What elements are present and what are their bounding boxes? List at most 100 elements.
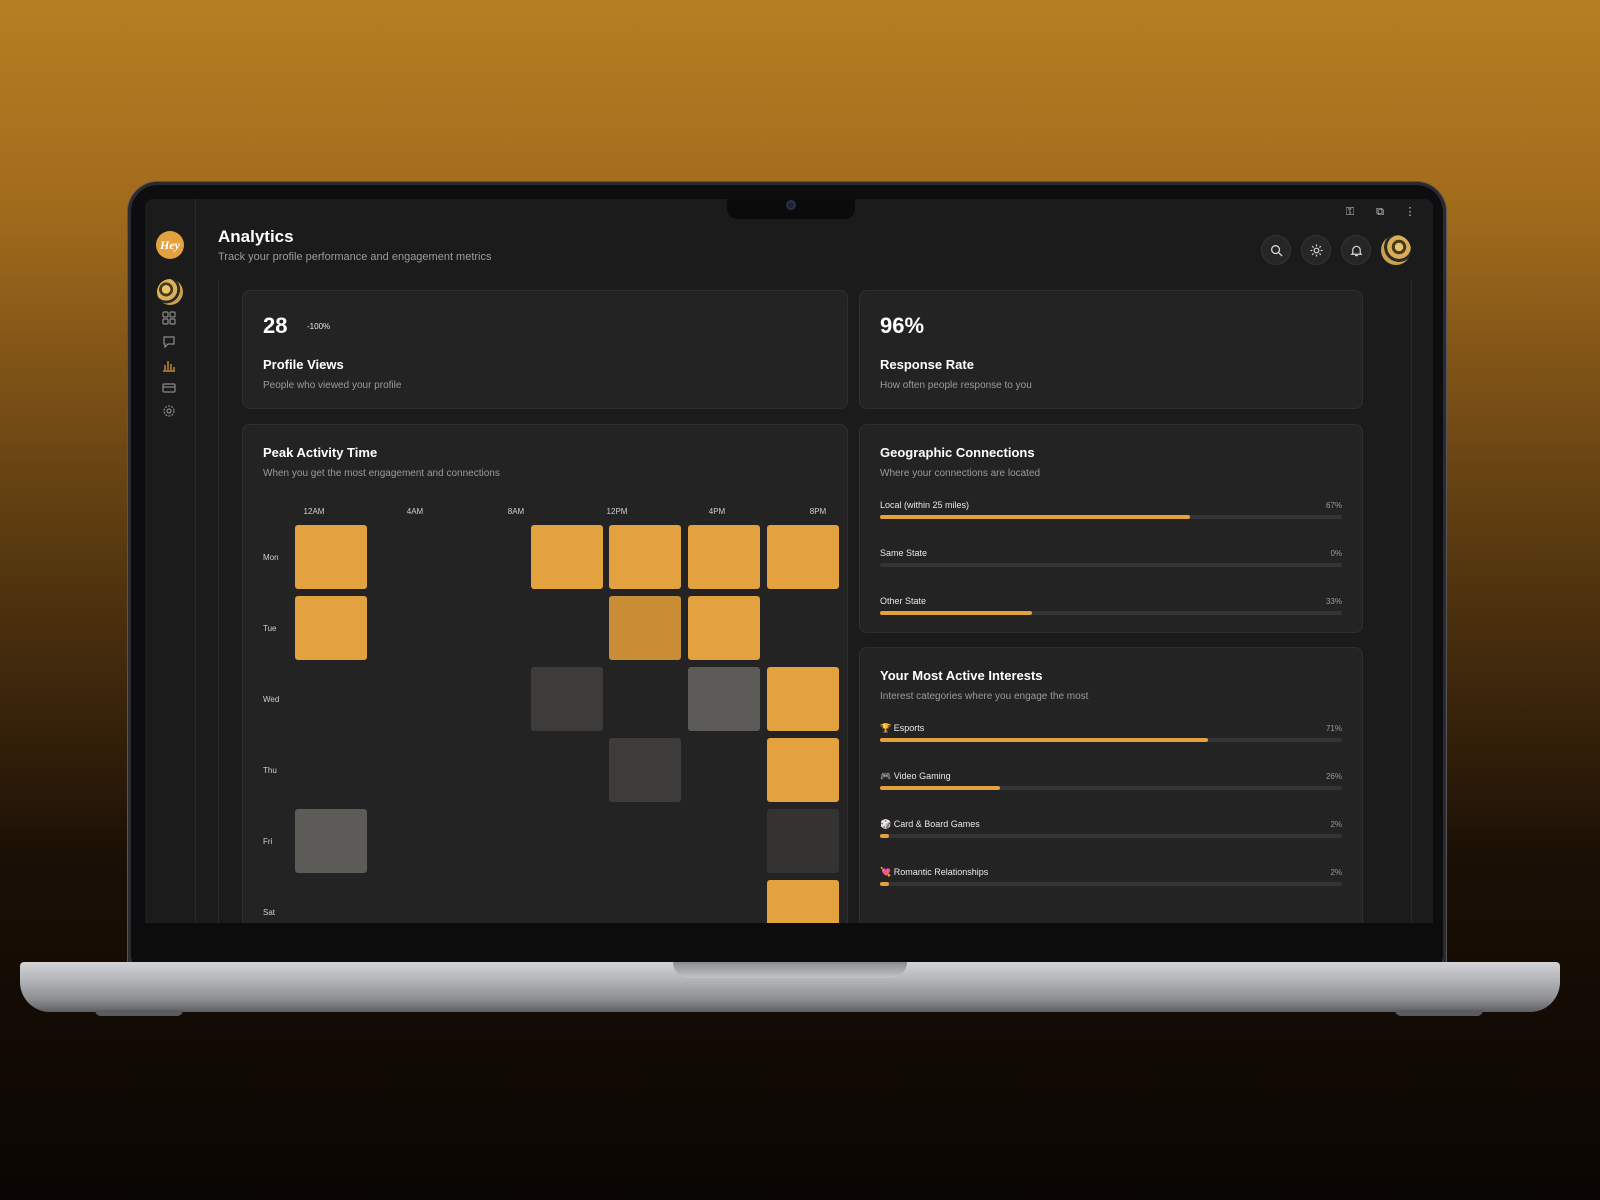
- interest-label: 🎮 Video Gaming: [880, 771, 951, 781]
- day-label: Sat: [263, 908, 276, 917]
- grid-icon[interactable]: [162, 311, 176, 325]
- heatmap-cell[interactable]: [688, 667, 760, 731]
- laptop-chin: [132, 923, 1442, 963]
- camera-icon: [786, 200, 796, 210]
- peak-activity-card: Peak Activity Time When you get the most…: [242, 424, 848, 923]
- geographic-title: Geographic Connections: [880, 445, 1035, 460]
- heatmap-cell[interactable]: [767, 738, 839, 802]
- peak-activity-title: Peak Activity Time: [263, 445, 378, 460]
- hour-label: 4PM: [708, 507, 726, 516]
- interest-progress-bar: [880, 882, 1342, 886]
- interest-value: 71%: [1325, 724, 1342, 733]
- theme-toggle-button[interactable]: [1301, 235, 1331, 265]
- geo-label: Same State: [880, 548, 928, 558]
- interest-progress-bar: [880, 738, 1342, 742]
- heatmap-cell[interactable]: [688, 596, 760, 660]
- heatmap-cell[interactable]: [767, 525, 839, 589]
- peak-activity-subtitle: When you get the most engagement and con…: [263, 468, 500, 479]
- heatmap-cell[interactable]: [295, 596, 367, 660]
- profile-views-subtitle: People who viewed your profile: [263, 380, 402, 391]
- geo-progress-fill: [880, 515, 1190, 519]
- hour-label: 12AM: [303, 507, 325, 516]
- response-rate-subtitle: How often people response to you: [880, 380, 1032, 391]
- day-label: Tue: [263, 624, 277, 633]
- geographic-card: Geographic Connections Where your connec…: [859, 424, 1363, 633]
- bell-icon: [1349, 245, 1363, 256]
- interest-value: 2%: [1330, 820, 1342, 829]
- more-menu-icon[interactable]: ⋮: [1403, 205, 1417, 219]
- laptop-foot-left: [95, 1010, 183, 1016]
- heatmap-cell[interactable]: [767, 667, 839, 731]
- heatmap-cell[interactable]: [767, 809, 839, 873]
- heatmap-cell[interactable]: [295, 809, 367, 873]
- chat-icon[interactable]: [162, 335, 176, 349]
- user-avatar[interactable]: [1381, 235, 1411, 265]
- interest-value: 2%: [1330, 868, 1342, 877]
- browser-toolbar: ⚿ ⧉ ⋮: [1343, 205, 1417, 219]
- card-icon[interactable]: [162, 381, 176, 395]
- sun-icon: [1309, 243, 1323, 257]
- geographic-subtitle: Where your connections are located: [880, 468, 1041, 479]
- bar-chart-icon[interactable]: [162, 358, 176, 372]
- page-title: Analytics: [218, 227, 294, 246]
- hour-label: 8AM: [507, 507, 525, 516]
- interest-progress-fill: [880, 786, 1001, 790]
- interests-subtitle: Interest categories where you engage the…: [880, 691, 1089, 702]
- notifications-button[interactable]: [1341, 235, 1371, 265]
- day-label: Thu: [263, 766, 277, 775]
- interest-label: 💘 Romantic Relationships: [880, 867, 989, 877]
- geo-label: Local (within 25 miles): [880, 500, 970, 510]
- heatmap-cell[interactable]: [609, 525, 681, 589]
- response-rate-value: 96%: [880, 313, 925, 338]
- interest-label: 🎲 Card & Board Games: [880, 819, 980, 829]
- geo-progress-bar: [880, 515, 1342, 519]
- app-logo[interactable]: Hey: [156, 231, 184, 259]
- interest-value: 26%: [1325, 772, 1342, 781]
- heatmap-cell[interactable]: [688, 525, 760, 589]
- interests-card: Your Most Active Interests Interest cate…: [859, 647, 1363, 923]
- extension-icon[interactable]: ⧉: [1373, 205, 1387, 219]
- hour-label: 4AM: [406, 507, 424, 516]
- header-actions: [1261, 235, 1411, 265]
- avatar[interactable]: [157, 279, 183, 305]
- response-rate-card: 96% Response Rate How often people respo…: [859, 290, 1363, 409]
- day-label: Fri: [263, 837, 273, 846]
- profile-views-title: Profile Views: [263, 357, 344, 372]
- interest-progress-fill: [880, 738, 1209, 742]
- laptop-base-notch: [673, 962, 907, 978]
- geo-value: 67%: [1325, 501, 1342, 510]
- profile-views-value: 28: [263, 313, 288, 338]
- geo-progress-bar: [880, 563, 1342, 567]
- day-label: Mon: [263, 553, 279, 562]
- response-rate-title: Response Rate: [880, 357, 974, 372]
- sidebar: Hey: [145, 199, 196, 923]
- profile-views-delta: -100%: [307, 322, 331, 331]
- interests-title: Your Most Active Interests: [880, 668, 1043, 683]
- search-button[interactable]: [1261, 235, 1291, 265]
- interest-progress-bar: [880, 834, 1342, 838]
- interest-progress-bar: [880, 786, 1342, 790]
- gear-icon[interactable]: [162, 404, 176, 418]
- heatmap-cell[interactable]: [609, 738, 681, 802]
- key-icon[interactable]: ⚿: [1343, 205, 1357, 219]
- heatmap-cell[interactable]: [767, 880, 839, 923]
- geo-value: 0%: [1330, 549, 1342, 558]
- heatmap-cell[interactable]: [531, 525, 603, 589]
- interest-label: 🏆 Esports: [880, 723, 925, 733]
- interest-progress-fill: [880, 882, 890, 886]
- geo-value: 33%: [1325, 597, 1342, 606]
- laptop-foot-right: [1395, 1010, 1483, 1016]
- geo-progress-bar: [880, 611, 1342, 615]
- interest-progress-fill: [880, 834, 890, 838]
- heatmap-cell[interactable]: [531, 667, 603, 731]
- heatmap-cell[interactable]: [609, 596, 681, 660]
- hour-label: 12PM: [606, 507, 628, 516]
- heatmap-cell[interactable]: [295, 525, 367, 589]
- page-subtitle: Track your profile performance and engag…: [218, 251, 492, 263]
- page-header: Analytics Track your profile performance…: [218, 227, 492, 263]
- profile-views-card: 28 -100% Profile Views People who viewed…: [242, 290, 848, 409]
- day-label: Wed: [263, 695, 280, 704]
- app-screen: ⚿ ⧉ ⋮ Hey Analytics Track your profile p…: [145, 199, 1433, 923]
- hour-label: 8PM: [809, 507, 827, 516]
- geo-progress-fill: [880, 611, 1033, 615]
